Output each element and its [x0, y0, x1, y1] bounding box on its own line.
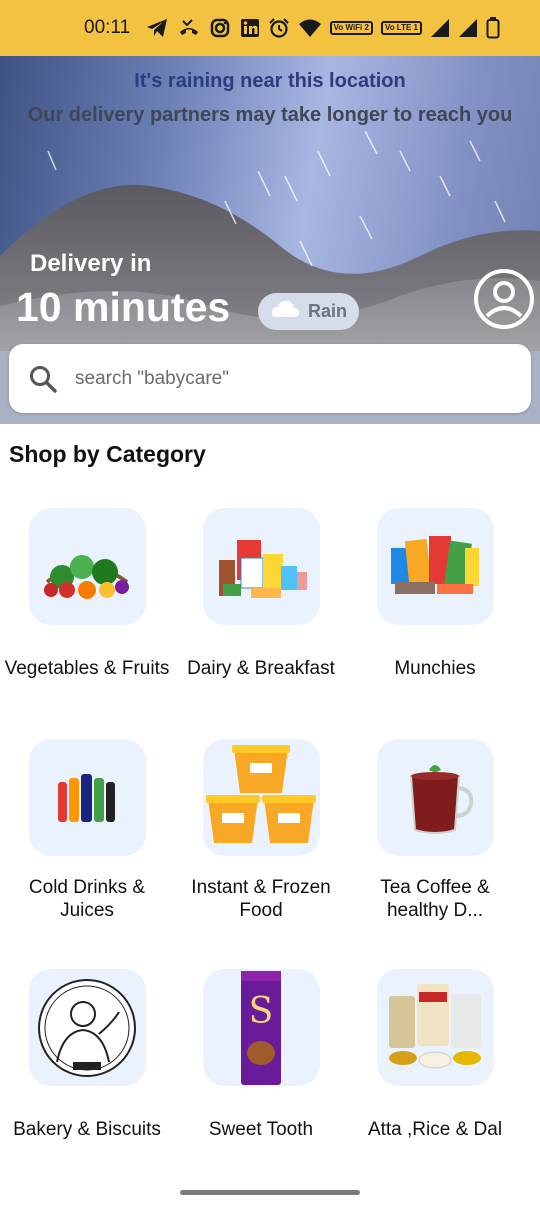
weather-badge: Rain [258, 293, 359, 330]
category-label: Bakery & Biscuits [13, 1118, 161, 1140]
chocolate-bar-icon: S [241, 970, 281, 1085]
profile-button[interactable] [473, 268, 535, 330]
system-icons: Vo WiFi 2 Vo LTE 1 [268, 17, 500, 39]
signal-icon [458, 18, 478, 38]
cold-drinks-icon [58, 773, 115, 822]
volte1-icon: Vo LTE 1 [380, 21, 422, 35]
wifi-icon [298, 18, 322, 38]
category-tile [28, 508, 146, 625]
delivery-label: Delivery in [30, 250, 152, 277]
category-tile [202, 739, 320, 856]
profile-icon [474, 269, 534, 329]
cloud-icon [270, 299, 300, 324]
linkedin-icon [240, 18, 260, 38]
munchies-icon [391, 535, 479, 594]
svg-text:S: S [249, 991, 274, 1032]
category-tile [28, 739, 146, 856]
vowifi2-icon: Vo WiFi 2 [329, 21, 373, 35]
category-vegetables-fruits[interactable]: Vegetables & Fruits [0, 508, 174, 693]
category-label: Vegetables & Fruits [4, 657, 170, 679]
alarm-icon [268, 17, 290, 39]
signal-icon [430, 18, 450, 38]
category-label: Munchies [394, 657, 476, 679]
section-title: Shop by Category [9, 441, 206, 467]
dairy-icon [219, 539, 307, 598]
vegetables-icon [44, 554, 129, 599]
category-instant-frozen-food[interactable]: Instant & Frozen Food [174, 739, 348, 924]
grains-icon [389, 983, 481, 1068]
home-indicator[interactable] [180, 1190, 360, 1195]
search-input[interactable] [75, 367, 475, 390]
category-label: Dairy & Breakfast [187, 657, 335, 679]
category-tea-coffee[interactable]: Tea Coffee & healthy D... [348, 739, 522, 924]
category-munchies[interactable]: Munchies [348, 508, 522, 693]
delivery-time: 10 minutes [16, 284, 231, 330]
rain-alert-subtitle: Our delivery partners may take longer to… [27, 104, 513, 126]
category-sweet-tooth[interactable]: S Sweet Tooth [174, 969, 348, 1154]
weather-header: It's raining near this location Our deli… [0, 56, 540, 424]
category-label: Instant & Frozen Food [191, 877, 331, 921]
category-cold-drinks-juices[interactable]: Cold Drinks & Juices [0, 739, 174, 924]
instant-food-icon [206, 744, 316, 843]
category-bakery-biscuits[interactable]: Bakery & Biscuits [0, 969, 174, 1154]
category-label: Tea Coffee & healthy D... [380, 877, 490, 921]
category-tile [28, 969, 146, 1086]
category-label: Cold Drinks & Juices [28, 877, 146, 921]
notification-icons [146, 18, 260, 38]
category-tile [202, 508, 320, 625]
instagram-icon [210, 18, 230, 38]
status-bar: 00:11 Vo WiFi 2 Vo LTE 1 [0, 0, 540, 56]
missed-call-icon [178, 18, 200, 38]
category-dairy-breakfast[interactable]: Dairy & Breakfast [174, 508, 348, 693]
bakery-logo-icon [38, 978, 136, 1077]
status-time: 00:11 [84, 17, 131, 38]
search-icon [30, 365, 57, 393]
category-label: Atta ,Rice & Dal [367, 1118, 503, 1140]
category-tile [376, 969, 494, 1086]
category-tile [376, 739, 494, 856]
category-tile [376, 508, 494, 625]
category-atta-rice-dal[interactable]: Atta ,Rice & Dal [348, 969, 522, 1154]
rain-alert-title: It's raining near this location [134, 70, 406, 92]
weather-label: Rain [308, 301, 348, 321]
battery-icon [486, 17, 500, 39]
category-label: Sweet Tooth [208, 1118, 314, 1140]
tea-cup-icon [409, 764, 474, 834]
category-tile: S [202, 969, 320, 1086]
telegram-icon [146, 18, 168, 38]
search-bar[interactable] [9, 344, 531, 413]
